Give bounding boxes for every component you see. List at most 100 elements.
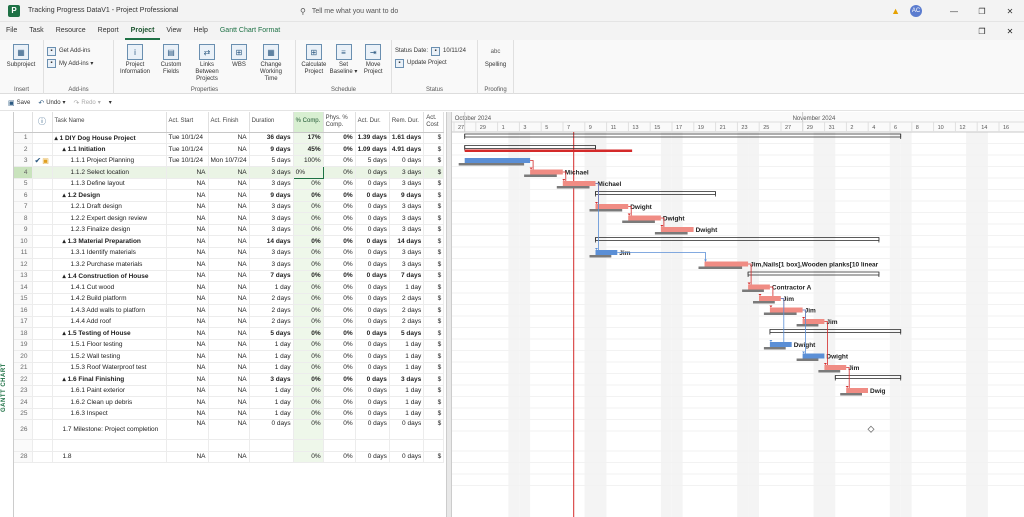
- hdr-duration[interactable]: Duration: [249, 112, 294, 133]
- cell-finish[interactable]: Mon 10/7/24: [208, 155, 250, 167]
- cell-rdur[interactable]: 1 day: [389, 281, 425, 294]
- tab-gantt-chart-format[interactable]: Gantt Chart Format: [214, 22, 286, 40]
- cell-rdur[interactable]: 3 days: [389, 212, 425, 225]
- table-row[interactable]: 2 ▴ 1.1 Initiation Tue 10/1/24 NA 9 days 45% 0…: [14, 143, 445, 156]
- update-project-button[interactable]: ▪ Update Project: [395, 57, 466, 69]
- cell-dur[interactable]: 3 days: [249, 373, 294, 386]
- cell-cost[interactable]: $: [423, 166, 445, 179]
- cell-adur[interactable]: 0 days: [355, 212, 390, 225]
- cell-pct[interactable]: 0%: [293, 408, 324, 420]
- redo-button[interactable]: ↷ Redo ▾: [74, 99, 101, 107]
- cell-phys[interactable]: 0%: [323, 419, 356, 440]
- restore-icon[interactable]: ❐: [968, 7, 996, 16]
- cell-pct[interactable]: 0%: [293, 327, 324, 340]
- task-name-cell[interactable]: 1.2.1 Draft design: [52, 201, 167, 213]
- task-name-cell[interactable]: [52, 439, 167, 452]
- completed-bar[interactable]: [769, 342, 792, 347]
- cell-finish[interactable]: NA: [208, 316, 250, 328]
- hdr-rem-dur[interactable]: Rem. Dur.: [389, 112, 425, 133]
- cell-phys[interactable]: 0%: [323, 166, 356, 179]
- hdr-act-cost[interactable]: Act. Cost: [423, 112, 445, 133]
- table-row[interactable]: 21 1.5.3 Roof Waterproof test NA NA 1 day 0% 0…: [14, 362, 445, 374]
- table-row[interactable]: 7 1.2.1 Draft design NA NA 3 days 0% 0% 0 days 3…: [14, 201, 445, 213]
- cell-start[interactable]: NA: [166, 362, 209, 374]
- cell-finish[interactable]: NA: [208, 247, 250, 259]
- table-row[interactable]: 17 1.4.4 Add roof NA NA 2 days 0% 0% 0 days 2 da…: [14, 316, 445, 328]
- cell-rdur[interactable]: 3 days: [389, 373, 425, 386]
- cell-rdur[interactable]: 3 days: [389, 178, 425, 190]
- cell-adur[interactable]: 0 days: [355, 281, 390, 294]
- cell-rdur[interactable]: 1 day: [389, 385, 425, 397]
- cell-rdur[interactable]: 3 days: [389, 201, 425, 213]
- cell-finish[interactable]: NA: [208, 327, 250, 340]
- table-row[interactable]: 22 ▴ 1.6 Final Finishing NA NA 3 days 0% 0% 0 d…: [14, 373, 445, 386]
- cell-pct[interactable]: 0%: [293, 373, 324, 386]
- cell-dur[interactable]: 5 days: [249, 327, 294, 340]
- cell-finish[interactable]: NA: [208, 166, 250, 179]
- cell-finish[interactable]: NA: [208, 373, 250, 386]
- cell-pct[interactable]: 0%: [293, 247, 324, 259]
- table-row[interactable]: 23 1.6.1 Paint exterior NA NA 1 day 0% 0% 0 day…: [14, 385, 445, 397]
- cell-pct[interactable]: [293, 439, 324, 452]
- cell-rdur[interactable]: 0 days: [389, 451, 425, 463]
- hdr-id[interactable]: [14, 112, 33, 133]
- cell-start[interactable]: NA: [166, 281, 209, 294]
- table-row[interactable]: [14, 439, 445, 452]
- cell-start[interactable]: Tue 10/1/24: [166, 155, 209, 167]
- table-row[interactable]: 6 ▴ 1.2 Design NA NA 9 days 0% 0% 0 days 9 days $: [14, 189, 445, 202]
- task-name-cell[interactable]: 1.1.2 Select location: [52, 166, 167, 179]
- cell-dur[interactable]: 0 days: [249, 419, 294, 440]
- cell-pct[interactable]: 0%: [293, 304, 324, 317]
- cell-finish[interactable]: NA: [208, 281, 250, 294]
- cell-adur[interactable]: 0 days: [355, 419, 390, 440]
- cell-cost[interactable]: $: [423, 316, 445, 328]
- cell-dur[interactable]: 3 days: [249, 247, 294, 259]
- completed-bar[interactable]: [464, 158, 531, 163]
- cell-start[interactable]: NA: [166, 304, 209, 317]
- task-bar[interactable]: [759, 296, 781, 301]
- cell-start[interactable]: NA: [166, 247, 209, 259]
- cell-finish[interactable]: NA: [208, 293, 250, 305]
- cell-dur[interactable]: 3 days: [249, 178, 294, 190]
- task-name-cell[interactable]: 1.2.3 Finalize design: [52, 224, 167, 236]
- table-row[interactable]: 3 ✔▣ 1.1.1 Project Planning Tue 10/1/24 Mon …: [14, 155, 445, 167]
- cell-rdur[interactable]: 1 day: [389, 408, 425, 420]
- row-id[interactable]: 26: [14, 419, 33, 440]
- cell-phys[interactable]: 0%: [323, 373, 356, 386]
- cell-phys[interactable]: 0%: [323, 212, 356, 225]
- cell-dur[interactable]: 1 day: [249, 281, 294, 294]
- cell-cost[interactable]: $: [423, 224, 445, 236]
- cell-rdur[interactable]: 7 days: [389, 270, 425, 282]
- cell-phys[interactable]: 0%: [323, 316, 356, 328]
- cell-dur[interactable]: 3 days: [249, 212, 294, 225]
- cell-start[interactable]: NA: [166, 201, 209, 213]
- task-name-cell[interactable]: 1.1.1 Project Planning: [52, 155, 167, 167]
- cell-pct[interactable]: 0%: [293, 451, 324, 463]
- cell-start[interactable]: NA: [166, 327, 209, 340]
- row-id[interactable]: 12: [14, 258, 33, 271]
- cell-dur[interactable]: 1 day: [249, 339, 294, 351]
- row-id[interactable]: 19: [14, 339, 33, 351]
- completed-bar[interactable]: [595, 250, 618, 255]
- task-bar[interactable]: [530, 169, 563, 175]
- cell-finish[interactable]: NA: [208, 270, 250, 282]
- cell-cost[interactable]: $: [423, 189, 445, 202]
- cell-dur[interactable]: 2 days: [249, 304, 294, 317]
- row-id[interactable]: 15: [14, 293, 33, 305]
- table-row[interactable]: 18 ▴ 1.5 Testing of House NA NA 5 days 0% 0% 0 …: [14, 327, 445, 340]
- cell-dur[interactable]: [249, 451, 294, 463]
- cell-phys[interactable]: 0%: [323, 189, 356, 202]
- cell-finish[interactable]: NA: [208, 451, 250, 463]
- row-id[interactable]: 7: [14, 201, 33, 213]
- cell-start[interactable]: NA: [166, 373, 209, 386]
- cell-pct[interactable]: 100%: [293, 155, 324, 167]
- cell-rdur[interactable]: 9 days: [389, 189, 425, 202]
- task-name-cell[interactable]: 1.5.2 Wall testing: [52, 350, 167, 363]
- row-id[interactable]: 13: [14, 270, 33, 282]
- cell-cost[interactable]: $: [423, 155, 445, 167]
- cell-start[interactable]: NA: [166, 212, 209, 225]
- task-bar[interactable]: [846, 388, 868, 393]
- cell-adur[interactable]: 0 days: [355, 201, 390, 213]
- tab-task[interactable]: Task: [23, 22, 49, 40]
- cell-adur[interactable]: 0 days: [355, 339, 390, 351]
